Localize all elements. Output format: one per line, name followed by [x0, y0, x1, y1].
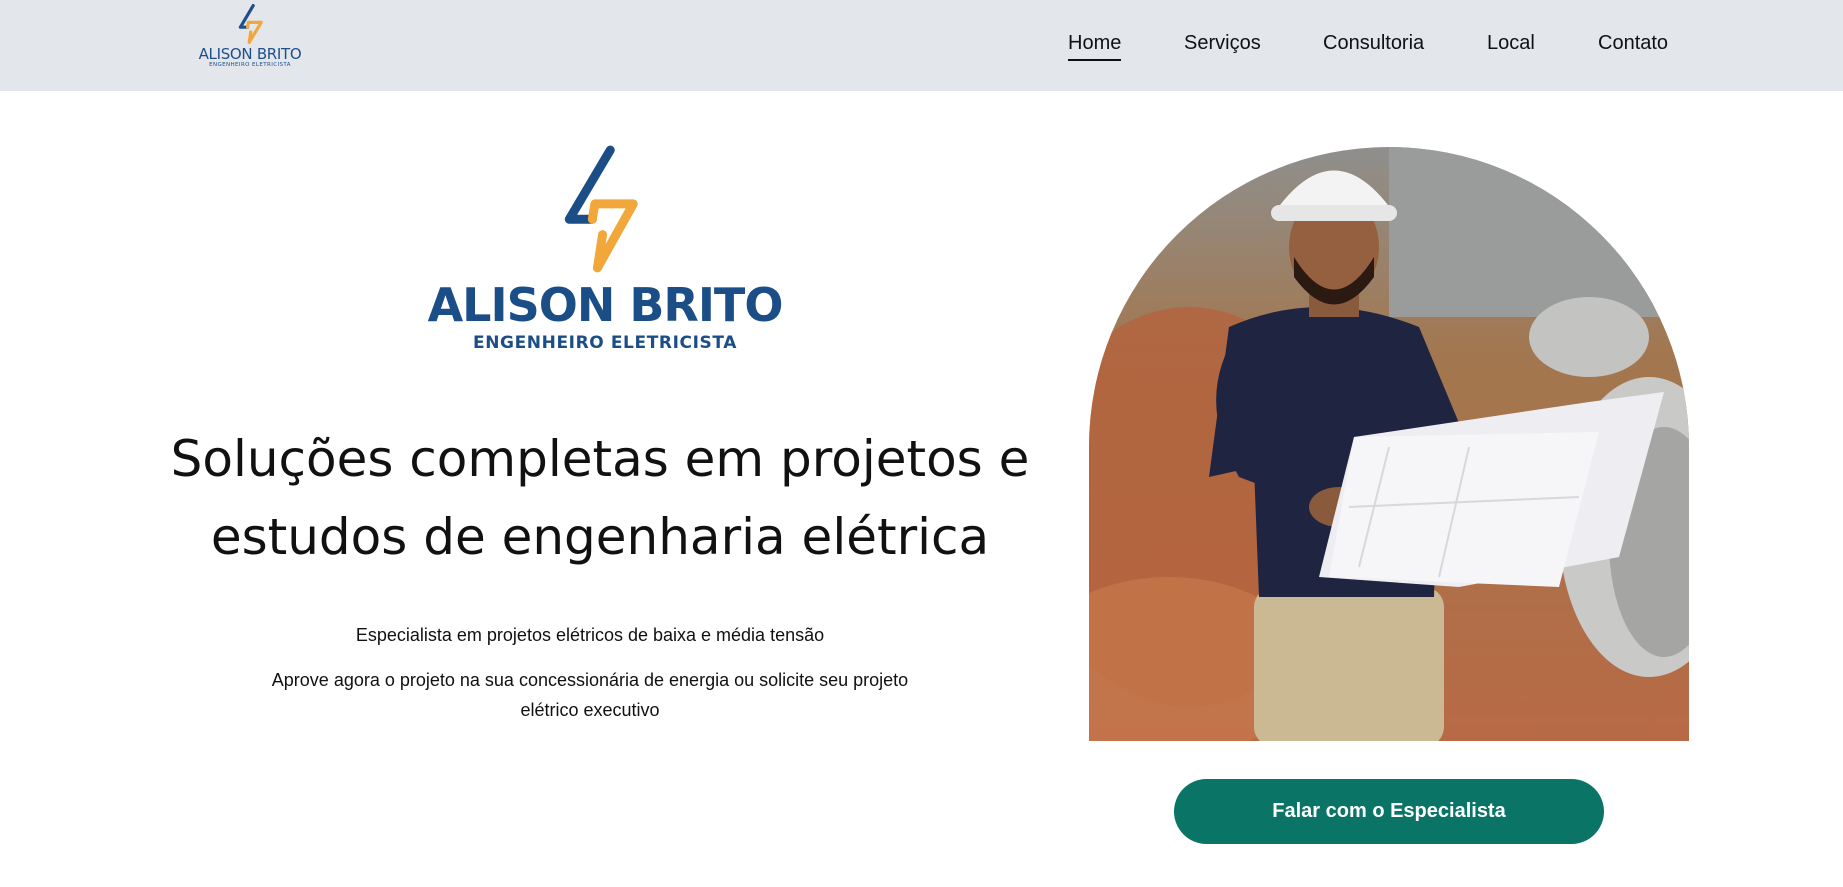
- nav-servicos[interactable]: Serviços: [1184, 30, 1261, 56]
- nav-local[interactable]: Local: [1487, 30, 1535, 56]
- header-logo-name: ALISON BRITO: [198, 45, 302, 63]
- site-header: ALISON BRITO ENGENHEIRO ELETRICISTA Home…: [0, 0, 1843, 91]
- talk-to-specialist-button[interactable]: Falar com o Especialista: [1174, 779, 1604, 844]
- lightning-bolt-icon: [238, 4, 263, 44]
- header-logo[interactable]: ALISON BRITO ENGENHEIRO ELETRICISTA: [186, 4, 314, 70]
- hero-logo-name: ALISON BRITO: [427, 278, 784, 332]
- hero-description: Aprove agora o projeto na sua concession…: [271, 670, 909, 720]
- nav-contato[interactable]: Contato: [1598, 30, 1668, 56]
- hero-headline: Soluções completas em projetos e estudos…: [170, 430, 1030, 566]
- header-logo-tagline: ENGENHEIRO ELETRICISTA: [209, 62, 291, 68]
- nav-home[interactable]: Home: [1068, 30, 1122, 61]
- hero-subtitle: Especialista em projetos elétricos de ba…: [355, 625, 825, 645]
- engineer-photo: [1089, 147, 1689, 741]
- hero-logo: ALISON BRITO ENGENHEIRO ELETRICISTA: [380, 140, 830, 360]
- lightning-bolt-icon: [564, 145, 638, 273]
- nav-consultoria[interactable]: Consultoria: [1323, 30, 1424, 56]
- hero-logo-tagline: ENGENHEIRO ELETRICISTA: [472, 333, 737, 353]
